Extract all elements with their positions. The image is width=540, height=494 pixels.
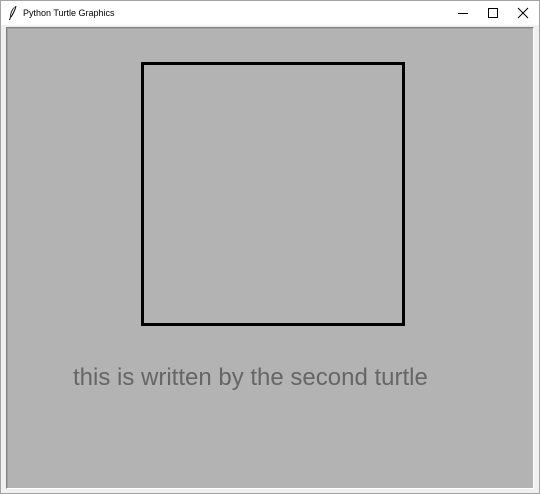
close-button[interactable]	[508, 1, 538, 25]
canvas-frame: this is written by the second turtle	[6, 27, 534, 489]
window-title: Python Turtle Graphics	[23, 8, 115, 18]
drawn-square	[141, 62, 405, 326]
close-icon	[517, 7, 529, 19]
turtle-window: Python Turtle Graphics this is written b…	[0, 0, 540, 494]
minimize-button[interactable]	[448, 1, 478, 25]
turtle-written-text: this is written by the second turtle	[73, 364, 428, 391]
maximize-button[interactable]	[478, 1, 508, 25]
maximize-icon	[488, 8, 498, 18]
turtle-canvas[interactable]: this is written by the second turtle	[9, 30, 529, 484]
title-bar[interactable]: Python Turtle Graphics	[1, 1, 539, 25]
minimize-icon	[458, 13, 468, 14]
feather-icon	[7, 5, 19, 21]
